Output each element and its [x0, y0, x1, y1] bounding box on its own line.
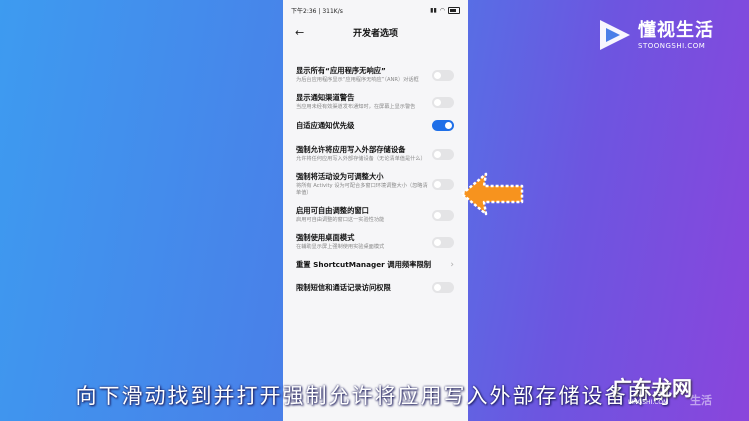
toggle-switch[interactable]: [432, 236, 454, 248]
status-speed: 311K/s: [322, 7, 343, 15]
logo-domain: STOONGSHI.COM: [638, 42, 706, 50]
title-bar: ← 开发者选项: [283, 20, 468, 44]
orange-arrow-icon: [460, 172, 524, 216]
setting-desc: 为后台应用程序显示“应用程序无响应”（ANR）对话框: [296, 77, 419, 83]
status-bar: 下午2:36 | 311K/s ▮▮ ◠: [283, 0, 468, 20]
settings-list: 显示所有“应用程序无响应” 为后台应用程序显示“应用程序无响应”（ANR）对话框…: [283, 44, 468, 293]
toggle-switch[interactable]: [432, 96, 454, 108]
setting-title: 重置 ShortcutManager 调用频率限制: [296, 260, 432, 269]
setting-force-desktop-mode[interactable]: 强制使用桌面模式 在辅助显示屏上强制使用实验桌面模式: [296, 233, 454, 251]
toggle-switch[interactable]: [432, 209, 454, 221]
watermark-sub: LINGSHI.COM: [628, 399, 669, 406]
logo-name: 懂视生活: [638, 20, 714, 41]
setting-desc: 启用可自由调整的窗口这一实验性功能: [296, 217, 385, 223]
setting-restrict-sms-call-log[interactable]: 限制短信和通话记录访问权限: [296, 282, 454, 293]
setting-reset-shortcutmanager[interactable]: 重置 ShortcutManager 调用频率限制 ›: [296, 260, 454, 270]
setting-title: 自适应通知优先级: [296, 120, 355, 130]
setting-desc: 在辅助显示屏上强制使用实验桌面模式: [296, 244, 385, 250]
signal-icon: ▮▮: [430, 6, 437, 14]
setting-title: 限制短信和通话记录访问权限: [296, 282, 391, 292]
setting-show-all-anr[interactable]: 显示所有“应用程序无响应” 为后台应用程序显示“应用程序无响应”（ANR）对话框: [296, 66, 454, 84]
phone-screen: 下午2:36 | 311K/s ▮▮ ◠ ← 开发者选项 显示所有“应用程序无响…: [283, 0, 468, 421]
setting-force-resizable-activities[interactable]: 强制将活动设为可调整大小 将所有 Activity 设为可配合多窗口环境调整大小…: [296, 172, 454, 197]
watermark: 广东龙网: [612, 372, 692, 401]
toggle-switch[interactable]: [432, 69, 454, 81]
setting-freeform-windows[interactable]: 启用可自由调整的窗口 启用可自由调整的窗口这一实验性功能: [296, 206, 454, 224]
setting-notification-channel-warnings[interactable]: 显示通知渠道警告 当应用未经有效渠道发布通知时，在屏幕上显示警告: [296, 93, 454, 111]
setting-title: 强制使用桌面模式: [296, 233, 355, 242]
faded-watermark: 生活: [690, 394, 712, 407]
setting-title: 强制将活动设为可调整大小: [296, 172, 384, 181]
page-title: 开发者选项: [352, 28, 398, 39]
toggle-switch[interactable]: [432, 120, 454, 131]
brand-logo: 懂视生活 STOONGSHI.COM: [596, 16, 714, 54]
status-time: 下午2:36: [291, 7, 317, 15]
play-logo-icon: [600, 20, 630, 50]
battery-icon: [448, 6, 460, 14]
setting-title: 显示所有“应用程序无响应”: [296, 66, 386, 75]
setting-desc: 当应用未经有效渠道发布通知时，在屏幕上显示警告: [296, 104, 416, 110]
setting-title: 显示通知渠道警告: [296, 93, 355, 102]
setting-desc: 将所有 Activity 设为可配合多窗口环境调整大小（忽略清单值）: [296, 183, 428, 196]
toggle-switch[interactable]: [432, 148, 454, 160]
toggle-switch[interactable]: [432, 179, 454, 190]
setting-force-allow-external-storage[interactable]: 强制允许将应用写入外部存储设备 允许将任何应用写入外部存储设备（无论清单值是什么…: [296, 145, 454, 163]
wifi-icon: ◠: [439, 6, 445, 14]
toggle-switch[interactable]: [432, 282, 454, 293]
setting-title: 启用可自由调整的窗口: [296, 206, 369, 215]
setting-desc: 允许将任何应用写入外部存储设备（无论清单值是什么）: [296, 156, 426, 162]
setting-title: 强制允许将应用写入外部存储设备: [296, 145, 406, 154]
watermark-text: 广东龙网: [612, 376, 692, 400]
chevron-right-icon: ›: [450, 260, 454, 270]
setting-adaptive-notification-priority[interactable]: 自适应通知优先级: [296, 120, 454, 131]
